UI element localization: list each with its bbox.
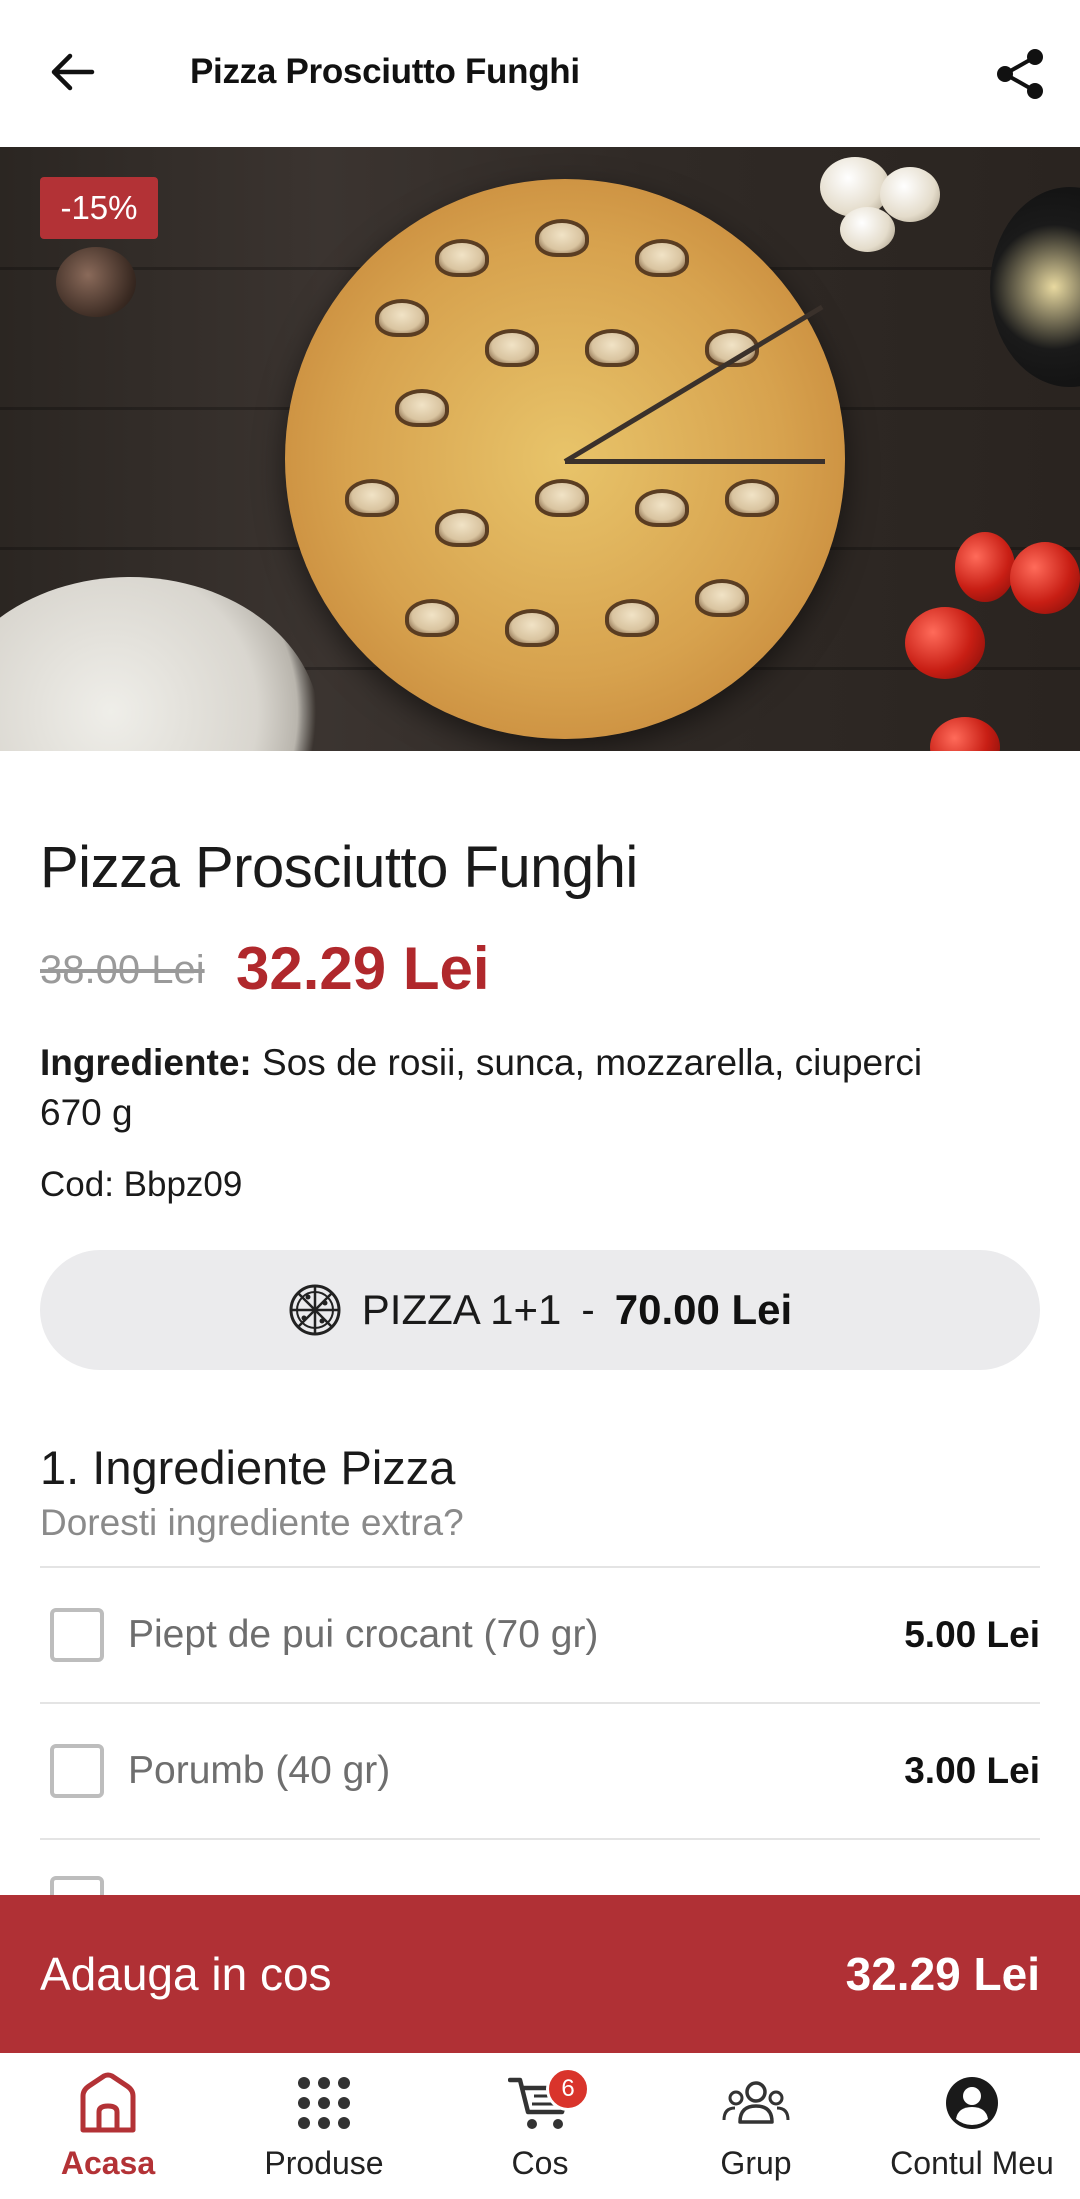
old-price: 38.00 Lei bbox=[40, 948, 205, 992]
cart-count-badge: 6 bbox=[546, 2067, 590, 2111]
checkbox[interactable] bbox=[50, 1876, 104, 1895]
ingredients-block: Ingrediente: Sos de rosii, sunca, mozzar… bbox=[40, 1038, 1040, 1138]
product-image bbox=[0, 147, 1080, 751]
offer-price: 70.00 Lei bbox=[614, 1286, 793, 1333]
ingredients-label: Ingrediente: bbox=[40, 1042, 252, 1083]
back-button[interactable] bbox=[40, 40, 104, 104]
discount-badge: -15% bbox=[40, 177, 158, 239]
cart-total: 32.29 Lei bbox=[845, 1948, 1040, 2000]
extra-option[interactable]: Porumb (40 gr) 3.00 Lei bbox=[40, 1704, 1040, 1838]
extra-option-price: 5.00 Lei bbox=[904, 1614, 1040, 1655]
nav-label: Grup bbox=[720, 2145, 792, 2181]
nav-item-acasa[interactable]: Acasa bbox=[0, 2053, 216, 2199]
extra-option-label: Piept de pui crocant (70 gr) bbox=[128, 1613, 599, 1656]
home-icon bbox=[72, 2069, 144, 2137]
arrow-left-icon bbox=[51, 53, 95, 91]
product-weight: 670 g bbox=[40, 1092, 133, 1133]
extra-option-partial[interactable] bbox=[40, 1840, 1040, 1895]
nav-label: Cos bbox=[511, 2145, 569, 2181]
product-code: Cod: Bbpz09 bbox=[40, 1165, 243, 1204]
bottom-navigation: Acasa Produse 6 Cos Grup Contul Meu bbox=[0, 2053, 1080, 2199]
page-title: Pizza Prosciutto Funghi bbox=[190, 52, 580, 91]
extra-option[interactable]: Piept de pui crocant (70 gr) 5.00 Lei bbox=[40, 1568, 1040, 1702]
offer-name: PIZZA 1+1 bbox=[361, 1286, 562, 1333]
nav-item-cos[interactable]: 6 Cos bbox=[432, 2053, 648, 2199]
pizza-icon bbox=[289, 1284, 341, 1336]
grid-icon bbox=[288, 2069, 360, 2137]
nav-item-contul-meu[interactable]: Contul Meu bbox=[864, 2053, 1080, 2199]
add-to-cart-label: Adauga in cos bbox=[40, 1948, 332, 2000]
nav-item-grup[interactable]: Grup bbox=[648, 2053, 864, 2199]
checkbox[interactable] bbox=[50, 1608, 104, 1662]
share-button[interactable] bbox=[990, 44, 1050, 104]
extra-option-label: Porumb (40 gr) bbox=[128, 1749, 391, 1792]
add-to-cart-button[interactable]: Adauga in cos 32.29 Lei bbox=[0, 1895, 1080, 2053]
offer-separator: - bbox=[581, 1287, 595, 1332]
ingredients-text: Sos de rosii, sunca, mozzarella, ciuperc… bbox=[262, 1042, 923, 1083]
section-title: 1. Ingrediente Pizza bbox=[40, 1441, 456, 1494]
account-icon bbox=[936, 2069, 1008, 2137]
top-app-bar: Pizza Prosciutto Funghi bbox=[0, 0, 1080, 147]
nav-label: Contul Meu bbox=[890, 2145, 1054, 2181]
nav-item-produse[interactable]: Produse bbox=[216, 2053, 432, 2199]
share-icon bbox=[997, 49, 1043, 99]
offer-button[interactable]: PIZZA 1+1 - 70.00 Lei bbox=[40, 1250, 1040, 1370]
checkbox[interactable] bbox=[50, 1744, 104, 1798]
product-name: Pizza Prosciutto Funghi bbox=[40, 835, 638, 900]
section-subtitle: Doresti ingrediente extra? bbox=[40, 1502, 464, 1543]
extra-option-price: 3.00 Lei bbox=[904, 1750, 1040, 1791]
group-icon bbox=[720, 2069, 792, 2137]
current-price: 32.29 Lei bbox=[236, 935, 490, 1002]
nav-label: Produse bbox=[264, 2145, 384, 2181]
nav-label: Acasa bbox=[60, 2145, 156, 2181]
